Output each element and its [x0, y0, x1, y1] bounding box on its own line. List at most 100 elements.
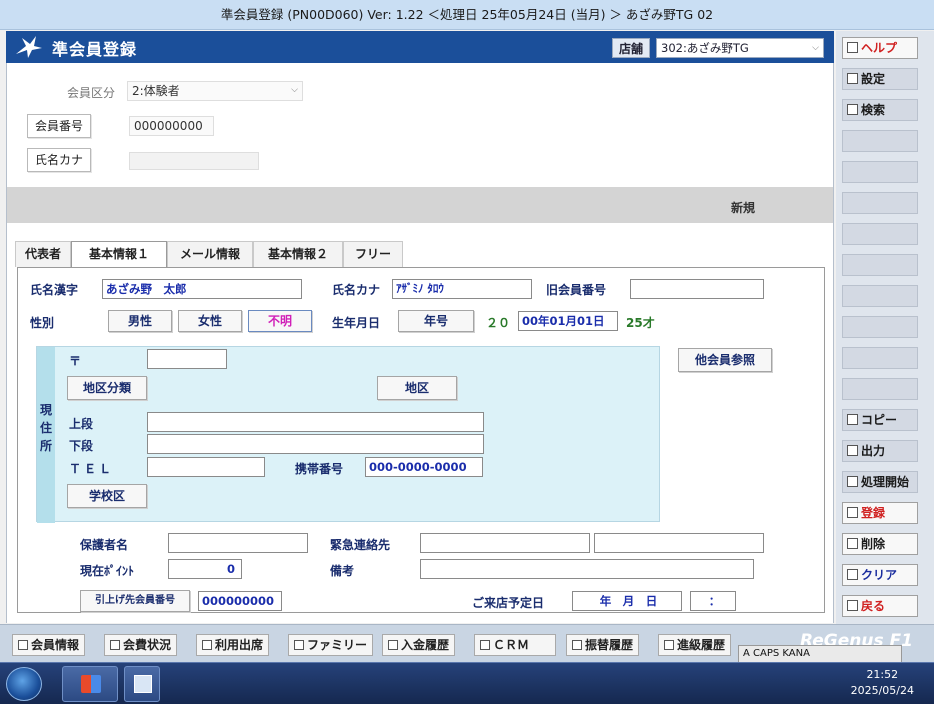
output-button[interactable]: 出力 — [842, 440, 918, 462]
help-button[interactable]: ヘルプ — [842, 37, 918, 59]
mobile-field[interactable]: 000-0000-0000 — [365, 457, 483, 477]
member-type-value: 2:体験者 — [132, 84, 180, 98]
search-button-label: 検索 — [861, 103, 886, 117]
chevron-down-icon: ⌵ — [812, 43, 819, 53]
gender-unknown-button[interactable]: 不明 — [248, 310, 312, 332]
member-no-value: 000000000 — [129, 116, 214, 136]
empty-slot-2 — [842, 161, 918, 183]
fee-status-button[interactable]: 会費状況 — [104, 634, 178, 656]
taskbar-clock[interactable]: 21:52 2025/05/24 — [851, 667, 914, 699]
help-icon — [847, 42, 858, 53]
app-window-icon — [134, 675, 152, 693]
taskbar-app-regenus[interactable] — [124, 666, 160, 702]
mode-status: 新規 — [730, 201, 755, 215]
gender-female-button[interactable]: 女性 — [178, 310, 242, 332]
transfer-member-button[interactable]: 引上げ先会員番号 — [80, 590, 190, 612]
store-label: 店舗 — [612, 38, 651, 58]
transfer-history-button[interactable]: 振替履歴 — [566, 634, 640, 656]
school-district-button[interactable]: 学校区 — [67, 484, 147, 508]
mobile-label: 携帯番号 — [295, 462, 344, 476]
delete-button[interactable]: 削除 — [842, 533, 918, 555]
process-icon — [847, 476, 858, 487]
tab-basic-info-1[interactable]: 基本情報１ — [71, 241, 167, 268]
points-field[interactable]: 0 — [168, 559, 242, 579]
crm-label: ＣＲＭ — [493, 638, 530, 652]
windows-taskbar: 21:52 2025/05/24 — [0, 662, 934, 704]
window-icon — [388, 640, 398, 650]
district-category-button[interactable]: 地区分類 — [67, 376, 147, 400]
payment-history-button[interactable]: 入金履歴 — [382, 634, 456, 656]
window-icon — [18, 640, 28, 650]
member-info-label: 会員情報 — [31, 638, 80, 652]
birth-date-field[interactable]: 00年01月01日 — [518, 311, 618, 331]
postal-field[interactable] — [147, 349, 227, 369]
guardian-field[interactable] — [168, 533, 308, 553]
window-icon — [202, 640, 212, 650]
gender-label: 性別 — [30, 316, 55, 330]
app-header: 準会員登録 店舗 302:あざみ野TG ⌵ — [6, 31, 834, 63]
tab-panel: 氏名漢字 あざみ野 太郎 氏名カナ ｱｻﾞﾐﾉ ﾀﾛｳ 旧会員番号 性別 男性 … — [17, 267, 825, 613]
name-kanji-field[interactable]: あざみ野 太郎 — [102, 279, 302, 299]
start-button[interactable] — [6, 667, 42, 701]
status-band: 新規 — [7, 187, 833, 223]
visit-time-field[interactable]: ： — [690, 591, 736, 611]
clock-date: 2025/05/24 — [850, 684, 914, 697]
lower-line-field[interactable] — [147, 434, 484, 454]
search-icon — [847, 104, 858, 115]
gender-male-button[interactable]: 男性 — [108, 310, 172, 332]
visit-date-field[interactable]: 年 月 日 — [572, 591, 682, 611]
kana-name-field[interactable] — [129, 152, 259, 170]
store-select[interactable]: 302:あざみ野TG ⌵ — [656, 38, 824, 58]
promotion-history-button[interactable]: 進級履歴 — [658, 634, 732, 656]
ime-toolbar[interactable]: A CAPS KANA — [738, 645, 902, 663]
upper-line-label: 上段 — [69, 417, 94, 431]
register-button-label: 登録 — [861, 506, 886, 520]
search-button[interactable]: 検索 — [842, 99, 918, 121]
tab-free[interactable]: フリー — [343, 241, 403, 267]
address-side-text: 現 住 所 — [39, 403, 52, 453]
points-label: 現在ﾎﾟｲﾝﾄ — [80, 564, 135, 578]
process-start-button[interactable]: 処理開始 — [842, 471, 918, 493]
output-button-label: 出力 — [861, 444, 886, 458]
tel-field[interactable] — [147, 457, 265, 477]
clear-button[interactable]: クリア — [842, 564, 918, 586]
window-icon — [572, 640, 582, 650]
other-member-reference-button[interactable]: 他会員参照 — [678, 348, 772, 372]
empty-slot-6 — [842, 285, 918, 307]
old-member-label: 旧会員番号 — [546, 283, 607, 297]
tab-representative[interactable]: 代表者 — [15, 241, 71, 267]
old-member-field[interactable] — [630, 279, 764, 299]
member-info-button[interactable]: 会員情報 — [12, 634, 86, 656]
emergency-field-2[interactable] — [594, 533, 764, 553]
era-button[interactable]: 年号 — [398, 310, 474, 332]
main-content: 会員区分 2:体験者 ⌵ 会員番号 000000000 氏名カナ 新規 代表者 … — [6, 63, 834, 623]
back-button[interactable]: 戻る — [842, 595, 918, 617]
transfer-member-field[interactable]: 000000000 — [198, 591, 282, 611]
district-button[interactable]: 地区 — [377, 376, 457, 400]
window-icon — [664, 640, 674, 650]
register-button[interactable]: 登録 — [842, 502, 918, 524]
taskbar-app-explorer[interactable] — [62, 666, 118, 702]
attendance-button[interactable]: 利用出席 — [196, 634, 270, 656]
transfer-history-label: 振替履歴 — [585, 638, 634, 652]
copy-button[interactable]: コピー — [842, 409, 918, 431]
notes-label: 備考 — [330, 564, 355, 578]
guardian-label: 保護者名 — [80, 538, 129, 552]
empty-slot-8 — [842, 347, 918, 369]
upper-line-field[interactable] — [147, 412, 484, 432]
family-label: ファミリー — [307, 638, 368, 652]
emergency-field-1[interactable] — [420, 533, 590, 553]
tab-basic-info-2[interactable]: 基本情報２ — [253, 241, 343, 267]
settings-button[interactable]: 設定 — [842, 68, 918, 90]
notes-field[interactable] — [420, 559, 754, 579]
tab-mail-info[interactable]: メール情報 — [167, 241, 253, 267]
member-type-select[interactable]: 2:体験者 ⌵ — [127, 81, 303, 101]
family-button[interactable]: ファミリー — [288, 634, 374, 656]
birth-label: 生年月日 — [332, 316, 381, 330]
help-button-label: ヘルプ — [861, 41, 898, 55]
name-kana-field[interactable]: ｱｻﾞﾐﾉ ﾀﾛｳ — [392, 279, 532, 299]
crm-button[interactable]: ＣＲＭ — [474, 634, 556, 656]
back-arrow-icon — [847, 600, 858, 611]
fee-status-label: 会費状況 — [123, 638, 172, 652]
age-value: 25才 — [626, 316, 655, 330]
